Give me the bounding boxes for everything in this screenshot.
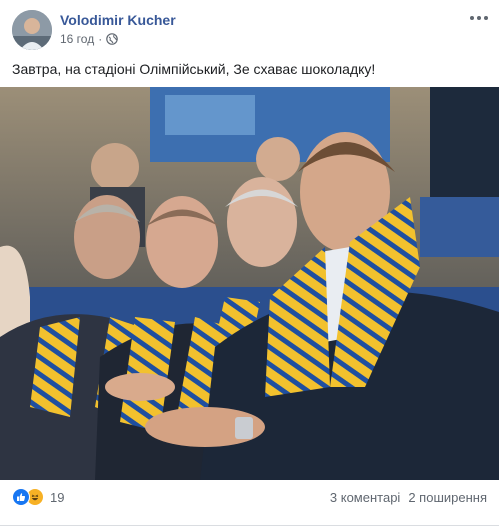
post-footer: 19 3 коментарі 2 поширення [0,480,499,526]
post-header: Volodimir Kucher 16 год · [0,0,499,52]
meta-separator: · [98,32,103,46]
post-photo[interactable] [0,87,499,480]
post-time[interactable]: 16 год [60,32,94,46]
post-meta: 16 год · [60,32,119,46]
engagement-stats: 3 коментарі 2 поширення [330,490,487,505]
post-text: Завтра, на стадіоні Олімпійський, Зе сха… [12,61,376,77]
avatar[interactable] [12,10,52,50]
author-name[interactable]: Volodimir Kucher [60,12,176,28]
shares-count-link[interactable]: 2 поширення [408,490,487,505]
more-options-icon[interactable] [469,10,489,26]
reactions-summary[interactable]: 19 [12,488,64,506]
reaction-count: 19 [50,489,65,505]
comments-count-link[interactable]: 3 коментарі [330,490,400,505]
like-icon [12,488,30,506]
globe-icon[interactable] [106,33,119,45]
